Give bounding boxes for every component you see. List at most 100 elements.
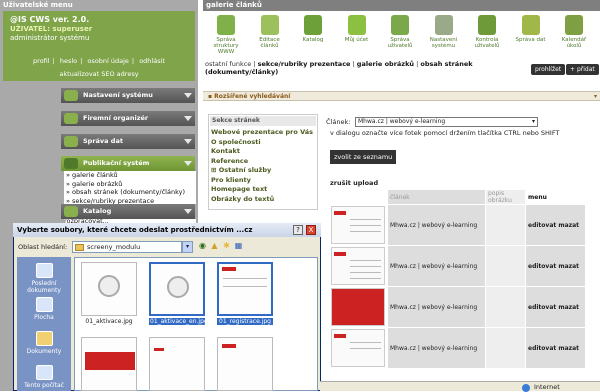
submenu-item[interactable]: » galerie obrázků xyxy=(64,180,196,189)
location-select[interactable]: screeny_modulu xyxy=(72,241,182,253)
toolbar-label: Katalog xyxy=(302,37,324,43)
col-header: menu xyxy=(525,189,586,205)
up-folder-icon[interactable]: ▲ xyxy=(209,241,220,252)
pridat-button[interactable]: + přidat xyxy=(566,64,599,75)
link-osobni-udaje[interactable]: osobní údaje xyxy=(87,57,129,65)
submenu-item[interactable]: » galerie článků xyxy=(64,171,196,180)
link-heslo[interactable]: heslo xyxy=(60,57,77,65)
sekce-item[interactable]: Pro klienty xyxy=(211,176,315,186)
toolbar-label: Nastavení systému xyxy=(429,37,458,49)
advanced-search-label: Rozšířené vyhledávání xyxy=(214,93,291,100)
toolbar-label: Kalendář úkolů xyxy=(561,37,587,49)
toolbar-item[interactable]: Nastavení systému xyxy=(425,15,463,49)
sekce-item[interactable]: Obrázky do textů xyxy=(211,195,315,205)
file-thumbnail xyxy=(217,337,273,391)
file-item[interactable]: 01_aktivace.jpg xyxy=(81,262,137,325)
user-role: administrátor systému xyxy=(10,34,90,43)
row-name: Mhwa.cz | webový e-learning xyxy=(387,245,486,287)
link-odhlasit[interactable]: odhlásit xyxy=(139,57,165,65)
place-computer[interactable]: Tento počítač xyxy=(17,365,71,389)
toolbar-item[interactable]: Správa dat xyxy=(512,15,550,43)
toolbar-item[interactable]: Kalendář úkolů xyxy=(555,15,593,49)
file-thumbnail xyxy=(149,262,205,316)
file-name: 01_aktivace_en.jpg xyxy=(149,318,208,325)
row-desc xyxy=(485,245,526,287)
toolbar-item[interactable]: Správa uživatelů xyxy=(381,15,419,49)
menu-firemni-organizer[interactable]: Firemní organizér xyxy=(61,111,195,126)
image-thumbnail[interactable] xyxy=(331,329,385,367)
toolbar-icon xyxy=(304,15,322,35)
advanced-search[interactable]: ▪ Rozšířené vyhledávání ▾ xyxy=(203,91,600,101)
sekce-item[interactable]: Reference xyxy=(211,157,315,167)
file-item[interactable] xyxy=(217,337,273,391)
menu-nastaveni-systemu[interactable]: Nastavení systému xyxy=(61,88,195,103)
chevron-down-icon xyxy=(184,161,192,166)
link-profil[interactable]: profil xyxy=(33,57,50,65)
file-item[interactable] xyxy=(149,337,205,391)
file-thumbnail xyxy=(81,262,137,316)
desktop-icon xyxy=(35,297,53,312)
help-button[interactable]: ? xyxy=(293,225,303,235)
sidebar-header: Uživatelské menu xyxy=(0,0,198,10)
file-item[interactable] xyxy=(81,337,137,391)
sekce-item[interactable]: Homepage text xyxy=(211,185,315,195)
settings-icon xyxy=(64,90,78,101)
row-name: Mhwa.cz | webový e-learning xyxy=(387,204,486,246)
submenu-item[interactable]: » obsah stránek (dokumenty/články) xyxy=(64,188,196,197)
image-thumbnail[interactable] xyxy=(331,206,385,244)
row-actions[interactable]: editovat mazat xyxy=(525,245,586,287)
file-thumbnail xyxy=(81,337,137,391)
close-button[interactable]: X xyxy=(306,225,316,235)
file-name: 01_registrace.jpg xyxy=(217,318,273,325)
toolbar-label: Editace článků xyxy=(259,37,280,49)
chevron-down-icon[interactable]: ▾ xyxy=(182,241,193,253)
col-header: popis obrázku xyxy=(485,189,526,205)
toolbar-icon xyxy=(391,15,409,35)
menu-katalog[interactable]: Katalog xyxy=(61,204,195,219)
menu-label: Nastavení systému xyxy=(83,91,153,99)
sekce-item[interactable]: O společnosti xyxy=(211,138,315,148)
image-thumbnail[interactable] xyxy=(331,247,385,285)
status-bar: Internet xyxy=(320,381,600,392)
file-item[interactable]: 01_aktivace_en.jpg xyxy=(149,262,208,325)
menu-publikacni-system[interactable]: Publikační systém xyxy=(61,156,195,171)
publish-submenu: » galerie článků » galerie obrázků » obs… xyxy=(64,171,196,205)
toolbar-item[interactable]: Správa struktury WWW xyxy=(207,15,245,55)
menu-sprava-dat[interactable]: Správa dat xyxy=(61,134,195,149)
menu-label: Správa dat xyxy=(83,137,123,145)
place-documents[interactable]: Dokumenty xyxy=(17,331,71,355)
row-actions[interactable]: editovat mazat xyxy=(525,204,586,246)
documents-icon xyxy=(35,331,53,346)
sekce-item[interactable]: ⊞ Ostatní služby xyxy=(211,166,315,176)
chevron-down-icon xyxy=(184,139,192,144)
toolbar-item[interactable]: Editace článků xyxy=(251,15,289,49)
version-label: @IS CWS ver. 2.0. xyxy=(10,15,90,24)
place-desktop[interactable]: Plocha xyxy=(17,297,71,321)
toolbar-icon xyxy=(478,15,496,35)
link-seo[interactable]: aktualizovat SEO adresy xyxy=(3,68,195,81)
toolbar-item[interactable]: Katalog xyxy=(294,15,332,43)
new-folder-icon[interactable]: ✱ xyxy=(221,241,232,252)
sekce-item[interactable]: Webové prezentace pro Vás xyxy=(211,128,315,138)
place-recent[interactable]: Poslední dokumenty xyxy=(17,263,71,294)
clanek-select[interactable]: Mhwa.cz | webový e-learning ▾ xyxy=(355,117,538,127)
choose-from-list-button[interactable]: zvolit ze seznamu xyxy=(330,150,397,164)
row-desc xyxy=(485,286,526,328)
path-link[interactable]: sekce/rubriky prezentace xyxy=(258,60,351,68)
path-link[interactable]: galerie obrázků xyxy=(357,60,414,68)
file-item[interactable]: 01_registrace.jpg xyxy=(217,262,273,325)
cancel-upload-link[interactable]: zrušit upload xyxy=(330,179,378,187)
toolbar-label: Kontrola uživatelů xyxy=(474,37,500,49)
row-actions[interactable]: editovat mazat xyxy=(525,286,586,328)
sekce-item[interactable]: Kontakt xyxy=(211,147,315,157)
prohlizet-button[interactable]: prohlížet xyxy=(531,64,566,75)
image-thumbnail[interactable] xyxy=(331,288,385,326)
toolbar-item[interactable]: Kontrola uživatelů xyxy=(468,15,506,49)
row-actions[interactable]: editovat mazat xyxy=(525,327,586,369)
views-icon[interactable]: ▦ xyxy=(233,241,244,252)
chevron-down-icon xyxy=(184,116,192,121)
toolbar-item[interactable]: Můj účet xyxy=(338,15,376,43)
location-value: screeny_modulu xyxy=(87,243,141,251)
back-icon[interactable]: ◉ xyxy=(197,241,208,252)
table-row: Mhwa.cz | webový e-learning editovat maz… xyxy=(329,286,586,328)
